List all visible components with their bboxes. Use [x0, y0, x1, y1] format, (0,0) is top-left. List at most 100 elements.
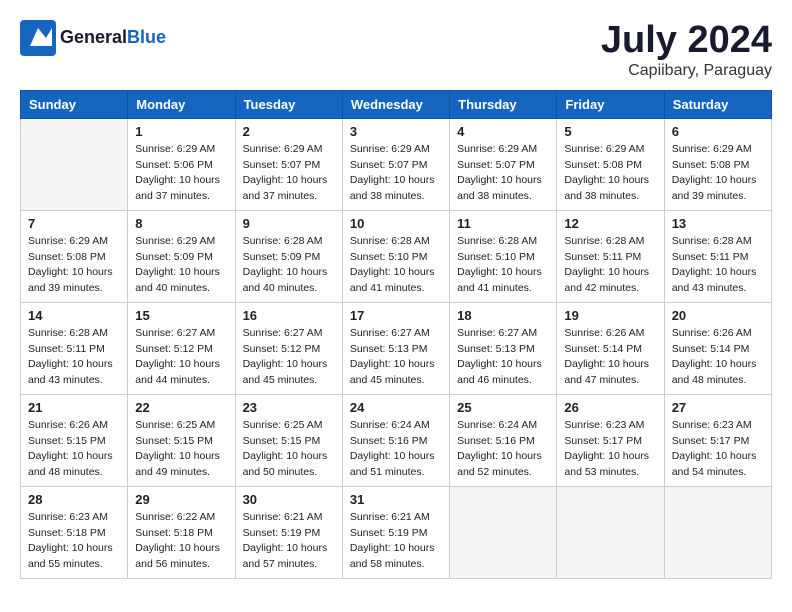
logo-blue: Blue	[127, 27, 166, 47]
day-number: 4	[457, 124, 549, 139]
day-info: Sunrise: 6:25 AMSunset: 5:15 PMDaylight:…	[243, 418, 335, 481]
calendar-cell: 28 Sunrise: 6:23 AMSunset: 5:18 PMDayligh…	[21, 486, 128, 578]
calendar-cell: 1Sunrise: 6:29 AMSunset: 5:06 PMDaylight…	[128, 118, 235, 210]
calendar-cell: 4 Sunrise: 6:29 AMSunset: 5:07 PMDaylight…	[450, 118, 557, 210]
calendar-cell: 18Sunrise: 6:27 AMSunset: 5:13 PMDayligh…	[450, 302, 557, 394]
logo-icon	[20, 20, 56, 56]
calendar-cell: 21Sunrise: 6:26 AMSunset: 5:15 PMDayligh…	[21, 394, 128, 486]
week-row: 7Sunrise: 6:29 AMSunset: 5:08 PMDaylight…	[21, 210, 772, 302]
day-number: 6	[672, 124, 764, 139]
day-number: 2	[243, 124, 335, 139]
day-info: Sunrise: 6:24 AMSunset: 5:16 PMDaylight:…	[350, 418, 442, 481]
day-info: Sunrise: 6:21 AMSunset: 5:19 PMDaylight:…	[350, 510, 442, 573]
calendar-cell: 16 Sunrise: 6:27 AMSunset: 5:12 PMDayligh…	[235, 302, 342, 394]
week-row: 1Sunrise: 6:29 AMSunset: 5:06 PMDaylight…	[21, 118, 772, 210]
calendar-cell: 24 Sunrise: 6:24 AMSunset: 5:16 PMDayligh…	[342, 394, 449, 486]
calendar-cell: 3 Sunrise: 6:29 AMSunset: 5:07 PMDaylight…	[342, 118, 449, 210]
calendar-cell: 26 Sunrise: 6:23 AMSunset: 5:17 PMDayligh…	[557, 394, 664, 486]
page-header: GeneralBlue July 2024 Capiibary, Paragua…	[20, 20, 772, 80]
calendar-cell: 29 Sunrise: 6:22 AMSunset: 5:18 PMDayligh…	[128, 486, 235, 578]
calendar-cell: 8 Sunrise: 6:29 AMSunset: 5:09 PMDaylight…	[128, 210, 235, 302]
day-number: 13	[672, 216, 764, 231]
day-info: Sunrise: 6:22 AMSunset: 5:18 PMDaylight:…	[135, 510, 227, 573]
calendar-cell: 20Sunrise: 6:26 AMSunset: 5:14 PMDayligh…	[664, 302, 771, 394]
weekday-header: Sunday	[21, 90, 128, 118]
calendar-cell: 22 Sunrise: 6:25 AMSunset: 5:15 PMDayligh…	[128, 394, 235, 486]
weekday-header: Wednesday	[342, 90, 449, 118]
day-number: 23	[243, 400, 335, 415]
day-info: Sunrise: 6:29 AMSunset: 5:07 PMDaylight:…	[457, 142, 549, 205]
day-number: 22	[135, 400, 227, 415]
day-info: Sunrise: 6:28 AMSunset: 5:10 PMDaylight:…	[350, 234, 442, 297]
calendar-cell: 12 Sunrise: 6:28 AMSunset: 5:11 PMDayligh…	[557, 210, 664, 302]
day-number: 17	[350, 308, 442, 323]
day-number: 19	[564, 308, 656, 323]
week-row: 14 Sunrise: 6:28 AMSunset: 5:11 PMDayligh…	[21, 302, 772, 394]
calendar-cell: 11 Sunrise: 6:28 AMSunset: 5:10 PMDayligh…	[450, 210, 557, 302]
day-number: 28	[28, 492, 120, 507]
day-info: Sunrise: 6:28 AMSunset: 5:10 PMDaylight:…	[457, 234, 549, 297]
day-info: Sunrise: 6:29 AMSunset: 5:07 PMDaylight:…	[243, 142, 335, 205]
day-number: 25	[457, 400, 549, 415]
month-year: July 2024	[601, 20, 772, 62]
day-number: 5	[564, 124, 656, 139]
calendar-cell: 9 Sunrise: 6:28 AMSunset: 5:09 PMDaylight…	[235, 210, 342, 302]
calendar-cell: 30Sunrise: 6:21 AMSunset: 5:19 PMDayligh…	[235, 486, 342, 578]
day-info: Sunrise: 6:29 AMSunset: 5:08 PMDaylight:…	[28, 234, 120, 297]
calendar-cell: 17 Sunrise: 6:27 AMSunset: 5:13 PMDayligh…	[342, 302, 449, 394]
calendar-cell: 19 Sunrise: 6:26 AMSunset: 5:14 PMDayligh…	[557, 302, 664, 394]
day-info: Sunrise: 6:28 AMSunset: 5:11 PMDaylight:…	[672, 234, 764, 297]
day-number: 11	[457, 216, 549, 231]
day-info: Sunrise: 6:27 AMSunset: 5:12 PMDaylight:…	[243, 326, 335, 389]
weekday-header: Thursday	[450, 90, 557, 118]
day-number: 30	[243, 492, 335, 507]
calendar-cell	[557, 486, 664, 578]
title-block: July 2024 Capiibary, Paraguay	[601, 20, 772, 80]
day-info: Sunrise: 6:28 AMSunset: 5:11 PMDaylight:…	[564, 234, 656, 297]
day-info: Sunrise: 6:29 AMSunset: 5:06 PMDaylight:…	[135, 142, 227, 205]
location: Capiibary, Paraguay	[601, 62, 772, 80]
day-number: 14	[28, 308, 120, 323]
weekday-header-row: SundayMondayTuesdayWednesdayThursdayFrid…	[21, 90, 772, 118]
day-info: Sunrise: 6:28 AMSunset: 5:09 PMDaylight:…	[243, 234, 335, 297]
day-info: Sunrise: 6:24 AMSunset: 5:16 PMDaylight:…	[457, 418, 549, 481]
day-number: 16	[243, 308, 335, 323]
calendar-cell: 2 Sunrise: 6:29 AMSunset: 5:07 PMDaylight…	[235, 118, 342, 210]
day-info: Sunrise: 6:26 AMSunset: 5:14 PMDaylight:…	[564, 326, 656, 389]
day-number: 24	[350, 400, 442, 415]
week-row: 21Sunrise: 6:26 AMSunset: 5:15 PMDayligh…	[21, 394, 772, 486]
day-number: 15	[135, 308, 227, 323]
calendar-cell: 23 Sunrise: 6:25 AMSunset: 5:15 PMDayligh…	[235, 394, 342, 486]
day-info: Sunrise: 6:26 AMSunset: 5:15 PMDaylight:…	[28, 418, 120, 481]
calendar-cell: 5Sunrise: 6:29 AMSunset: 5:08 PMDaylight…	[557, 118, 664, 210]
calendar-cell: 31Sunrise: 6:21 AMSunset: 5:19 PMDayligh…	[342, 486, 449, 578]
day-info: Sunrise: 6:29 AMSunset: 5:08 PMDaylight:…	[672, 142, 764, 205]
calendar-cell: 25 Sunrise: 6:24 AMSunset: 5:16 PMDayligh…	[450, 394, 557, 486]
day-number: 8	[135, 216, 227, 231]
day-info: Sunrise: 6:25 AMSunset: 5:15 PMDaylight:…	[135, 418, 227, 481]
weekday-header: Saturday	[664, 90, 771, 118]
day-number: 10	[350, 216, 442, 231]
day-number: 9	[243, 216, 335, 231]
calendar-cell	[664, 486, 771, 578]
calendar-cell: 27Sunrise: 6:23 AMSunset: 5:17 PMDayligh…	[664, 394, 771, 486]
day-info: Sunrise: 6:23 AMSunset: 5:18 PMDaylight:…	[28, 510, 120, 573]
day-info: Sunrise: 6:27 AMSunset: 5:13 PMDaylight:…	[350, 326, 442, 389]
day-info: Sunrise: 6:29 AMSunset: 5:07 PMDaylight:…	[350, 142, 442, 205]
day-number: 12	[564, 216, 656, 231]
day-info: Sunrise: 6:26 AMSunset: 5:14 PMDaylight:…	[672, 326, 764, 389]
week-row: 28 Sunrise: 6:23 AMSunset: 5:18 PMDayligh…	[21, 486, 772, 578]
day-number: 3	[350, 124, 442, 139]
calendar-cell	[21, 118, 128, 210]
weekday-header: Monday	[128, 90, 235, 118]
day-info: Sunrise: 6:27 AMSunset: 5:12 PMDaylight:…	[135, 326, 227, 389]
weekday-header: Tuesday	[235, 90, 342, 118]
day-info: Sunrise: 6:29 AMSunset: 5:09 PMDaylight:…	[135, 234, 227, 297]
day-info: Sunrise: 6:23 AMSunset: 5:17 PMDaylight:…	[564, 418, 656, 481]
day-number: 26	[564, 400, 656, 415]
calendar-cell: 13 Sunrise: 6:28 AMSunset: 5:11 PMDayligh…	[664, 210, 771, 302]
day-number: 29	[135, 492, 227, 507]
weekday-header: Friday	[557, 90, 664, 118]
calendar-cell: 15 Sunrise: 6:27 AMSunset: 5:12 PMDayligh…	[128, 302, 235, 394]
day-info: Sunrise: 6:28 AMSunset: 5:11 PMDaylight:…	[28, 326, 120, 389]
